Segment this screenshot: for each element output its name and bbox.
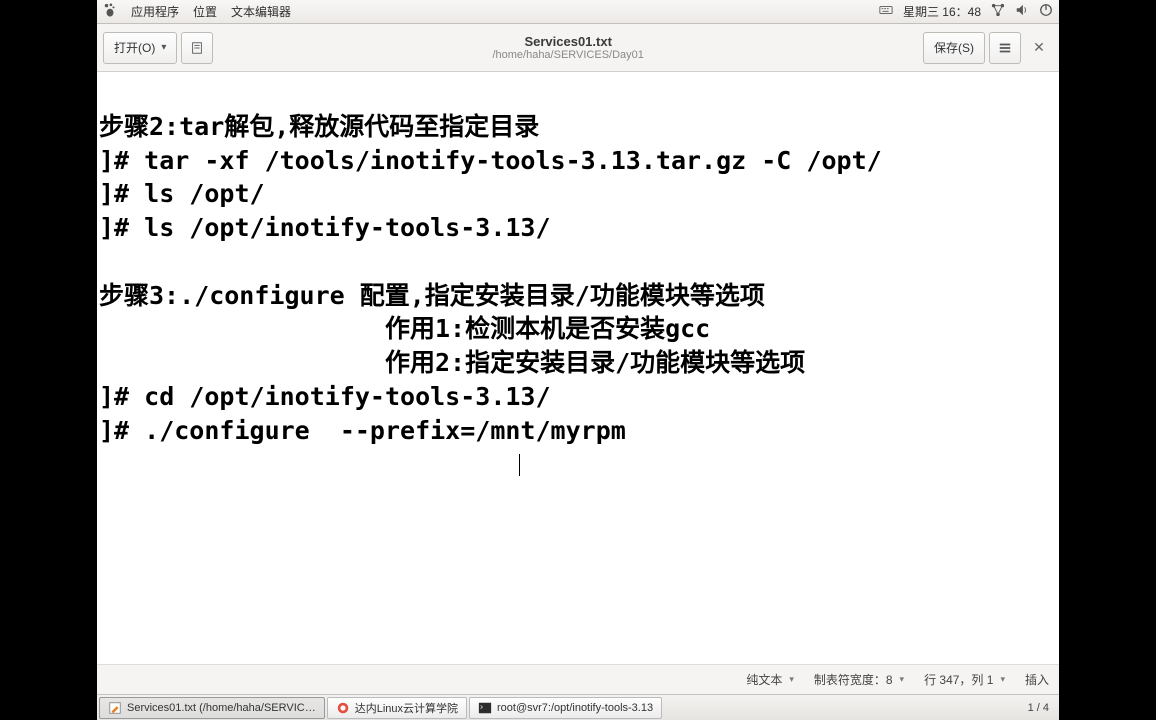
menu-text-editor[interactable]: 文本编辑器: [231, 3, 291, 20]
text-line: ]# ./configure --prefix=/mnt/myrpm: [99, 416, 626, 445]
datetime-label[interactable]: 星期三 16：48: [903, 3, 981, 20]
bottom-taskbar: Services01.txt (/home/haha/SERVIC… 达内Lin…: [97, 694, 1059, 720]
taskbar-item-label: Services01.txt (/home/haha/SERVIC…: [127, 702, 316, 714]
insert-mode[interactable]: 插入: [1025, 671, 1049, 688]
workspace-pager[interactable]: 1 / 4: [1028, 702, 1049, 714]
volume-icon[interactable]: [1015, 3, 1029, 20]
editor-toolbar: 打开(O) Services01.txt /home/haha/SERVICES…: [97, 24, 1059, 72]
text-line: 作用1:检测本机是否安装gcc: [99, 314, 710, 343]
browser-icon: [336, 701, 350, 715]
text-editor-icon: [108, 701, 122, 715]
text-line: ]# ls /opt/inotify-tools-3.13/: [99, 213, 551, 242]
taskbar-item-label: 达内Linux云计算学院: [355, 700, 458, 716]
tab-width-selector[interactable]: 制表符宽度：8: [814, 671, 904, 688]
terminal-icon: [478, 701, 492, 715]
editor-content[interactable]: 步骤2:tar解包,释放源代码至指定目录 ]# tar -xf /tools/i…: [97, 72, 1059, 664]
text-line: ]# cd /opt/inotify-tools-3.13/: [99, 382, 551, 411]
save-button[interactable]: 保存(S): [923, 32, 985, 64]
text-cursor: [519, 454, 520, 476]
keyboard-icon[interactable]: [879, 3, 893, 20]
title-area: Services01.txt /home/haha/SERVICES/Day01: [217, 34, 919, 61]
gnome-foot-icon: [103, 3, 117, 20]
menu-places[interactable]: 位置: [193, 3, 217, 20]
status-bar: 纯文本 制表符宽度：8 行 347，列 1 插入: [97, 664, 1059, 694]
open-button[interactable]: 打开(O): [103, 32, 177, 64]
taskbar-item-terminal[interactable]: root@svr7:/opt/inotify-tools-3.13: [469, 697, 662, 719]
cursor-position[interactable]: 行 347，列 1: [924, 671, 1005, 688]
menu-applications[interactable]: 应用程序: [131, 3, 179, 20]
close-button[interactable]: ✕: [1025, 34, 1053, 62]
text-line: 作用2:指定安装目录/功能模块等选项: [99, 348, 805, 377]
network-icon[interactable]: [991, 3, 1005, 20]
document-path: /home/haha/SERVICES/Day01: [492, 49, 643, 61]
syntax-mode-selector[interactable]: 纯文本: [746, 671, 794, 688]
taskbar-item-browser[interactable]: 达内Linux云计算学院: [327, 697, 467, 719]
new-document-button[interactable]: [181, 32, 213, 64]
text-line: ]# tar -xf /tools/inotify-tools-3.13.tar…: [99, 146, 882, 175]
top-menubar: 应用程序 位置 文本编辑器 星期三 16：48: [97, 0, 1059, 24]
text-line: 步骤2:tar解包,释放源代码至指定目录: [99, 112, 539, 141]
taskbar-item-label: root@svr7:/opt/inotify-tools-3.13: [497, 702, 653, 714]
hamburger-menu-button[interactable]: [989, 32, 1021, 64]
document-title: Services01.txt: [524, 34, 611, 49]
power-icon[interactable]: [1039, 3, 1053, 20]
text-line: ]# ls /opt/: [99, 179, 265, 208]
text-line: 步骤3:./configure 配置,指定安装目录/功能模块等选项: [99, 281, 765, 310]
taskbar-item-gedit[interactable]: Services01.txt (/home/haha/SERVIC…: [99, 697, 325, 719]
